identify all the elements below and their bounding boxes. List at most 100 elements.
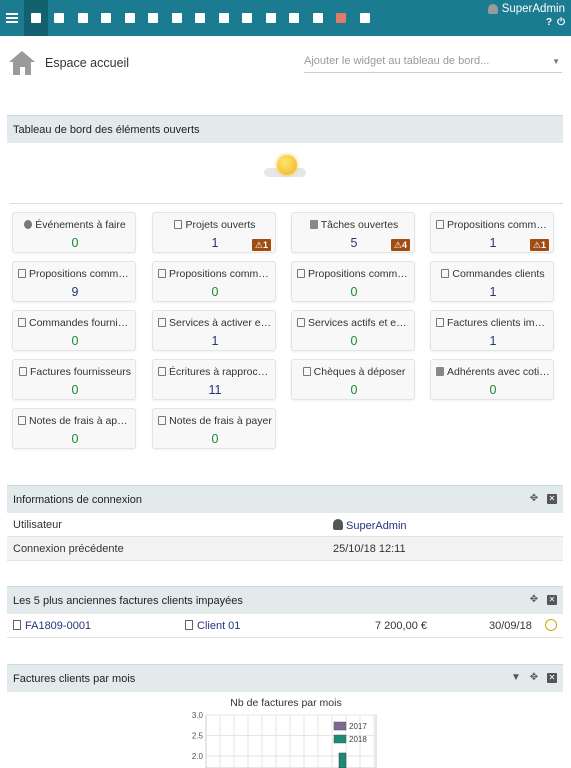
main-nav (24, 0, 377, 36)
box-count[interactable]: 1 (153, 334, 277, 348)
close-icon[interactable]: ✕ (547, 595, 557, 605)
box-count[interactable]: 0 (153, 285, 277, 299)
help-icon[interactable]: ? (546, 17, 552, 28)
box-count[interactable]: 0 (292, 334, 416, 348)
invoice-ref-link[interactable]: FA1809-0001 (13, 620, 91, 632)
dashboard-box[interactable]: Projets ouverts 1 ⚠1 (152, 212, 276, 253)
dashboard-box[interactable]: Propositions commerciales 9 (12, 261, 136, 302)
order-icon (441, 269, 450, 278)
box-count[interactable]: 9 (13, 285, 137, 299)
box-label: Tâches ouvertes (297, 219, 411, 231)
box-label: Propositions commerciales (297, 268, 411, 280)
dashboard-box[interactable]: Chèques à déposer 0 (291, 359, 415, 400)
page-title: Espace accueil (45, 56, 130, 70)
person-icon[interactable] (142, 0, 166, 36)
proposal-icon (158, 269, 166, 278)
page-header: Espace accueil (9, 51, 129, 75)
logout-icon[interactable]: ⏻ (557, 17, 565, 28)
user-name-link[interactable]: SuperAdmin (502, 3, 565, 15)
box-count[interactable]: 0 (13, 334, 137, 348)
bank-icon (158, 367, 166, 376)
chevron-down-icon: ▼ (552, 57, 560, 66)
dashboard-box[interactable]: Propositions commerciales 0 (291, 261, 415, 302)
user-label: Utilisateur (13, 519, 62, 531)
products-icon[interactable] (95, 0, 119, 36)
box-count[interactable]: 0 (13, 383, 137, 397)
user-link[interactable]: SuperAdmin (333, 519, 407, 532)
hamburger-menu-icon[interactable] (6, 13, 18, 23)
box-label: Projets ouverts (158, 219, 272, 231)
home-icon[interactable] (24, 0, 48, 36)
box-label: Commandes fournisseurs (18, 317, 132, 329)
expense-icon (158, 416, 167, 425)
box-count[interactable]: 0 (292, 285, 416, 299)
box-label: Adhérents avec cotisation (436, 366, 550, 378)
add-widget-select[interactable]: Ajouter le widget au tableau de bord... … (304, 55, 562, 73)
late-warning-badge: ⚠1 (251, 239, 271, 251)
dashboard-box[interactable]: Événements à faire 0 (12, 212, 136, 253)
move-icon[interactable]: ✥ (529, 673, 539, 683)
box-count[interactable]: 1 (431, 334, 555, 348)
login-info-title: Informations de connexion (13, 494, 143, 506)
dashboard-box[interactable]: Écritures à rapprocher 11 (152, 359, 276, 400)
cheque-icon (302, 367, 311, 376)
box-count[interactable]: 0 (13, 432, 137, 446)
accounting-icon[interactable] (236, 0, 260, 36)
dashboard-box[interactable]: Commandes fournisseurs 0 (12, 310, 136, 351)
box-count[interactable]: 11 (153, 383, 277, 397)
move-icon[interactable]: ✥ (529, 494, 539, 504)
dashboard-box[interactable]: Commandes clients 1 (430, 261, 554, 302)
box-label: Services à activer en retard (158, 317, 272, 329)
task-icon (309, 220, 318, 229)
box-label: Notes de frais à payer (158, 415, 272, 427)
invoice-icon (19, 367, 28, 376)
dashboard-box[interactable]: Notes de frais à approuver 0 (12, 408, 136, 449)
dashboard-box[interactable]: Services à activer en retard 1 (152, 310, 276, 351)
dashboard-box[interactable]: Adhérents avec cotisation 0 (430, 359, 554, 400)
box-label: Événements à faire (18, 219, 132, 231)
dashboard-box[interactable]: Factures fournisseurs 0 (12, 359, 136, 400)
bank-icon[interactable] (212, 0, 236, 36)
box-count[interactable]: 1 (431, 285, 555, 299)
login-user-row: Utilisateur SuperAdmin (7, 513, 563, 537)
dashboard-box[interactable]: Propositions commerciales 0 (152, 261, 276, 302)
dashboard-box[interactable]: Services actifs et expirés 0 (291, 310, 415, 351)
chart-title: Nb de factures par mois (230, 697, 342, 709)
close-icon[interactable]: ✕ (547, 673, 557, 683)
close-icon[interactable]: ✕ (547, 494, 557, 504)
commercial-icon[interactable] (165, 0, 189, 36)
projects-icon[interactable] (118, 0, 142, 36)
members-icon[interactable] (259, 0, 283, 36)
y-tick-label: 2.5 (192, 732, 204, 741)
documents-icon[interactable] (353, 0, 377, 36)
tools-icon[interactable] (306, 0, 330, 36)
dashboard-box[interactable]: Factures clients impayées 1 (430, 310, 554, 351)
box-label: Propositions commerciales (158, 268, 272, 280)
clock-icon (24, 220, 33, 229)
box-count[interactable]: 0 (431, 383, 555, 397)
companies-icon[interactable] (48, 0, 72, 36)
top-menu-bar: SuperAdmin ? ⏻ (0, 0, 571, 36)
proposal-icon (297, 269, 305, 278)
move-icon[interactable]: ✥ (529, 595, 539, 605)
proposal-icon (18, 269, 26, 278)
users-icon[interactable] (71, 0, 95, 36)
dashboard-title: Tableau de bord des éléments ouverts (13, 124, 200, 136)
box-count[interactable]: 0 (13, 236, 137, 250)
service-icon (158, 318, 166, 327)
box-label: Commandes clients (436, 268, 550, 280)
box-label: Notes de frais à approuver (18, 415, 132, 427)
box-count[interactable]: 0 (292, 383, 416, 397)
dashboard-box[interactable]: Tâches ouvertes 5 ⚠4 (291, 212, 415, 253)
invoice-icon (13, 620, 21, 630)
report-icon[interactable] (330, 0, 354, 36)
dashboard-box[interactable]: Notes de frais à payer 0 (152, 408, 276, 449)
billing-icon[interactable] (189, 0, 213, 36)
hrm-icon[interactable] (283, 0, 307, 36)
box-count[interactable]: 0 (153, 432, 277, 446)
filter-icon[interactable]: ▼ (511, 673, 521, 683)
expense-icon (18, 416, 26, 425)
invoice-icon (436, 318, 444, 327)
client-link[interactable]: Client 01 (185, 620, 240, 632)
dashboard-box[interactable]: Propositions commerciales1⚠1 (430, 212, 554, 253)
